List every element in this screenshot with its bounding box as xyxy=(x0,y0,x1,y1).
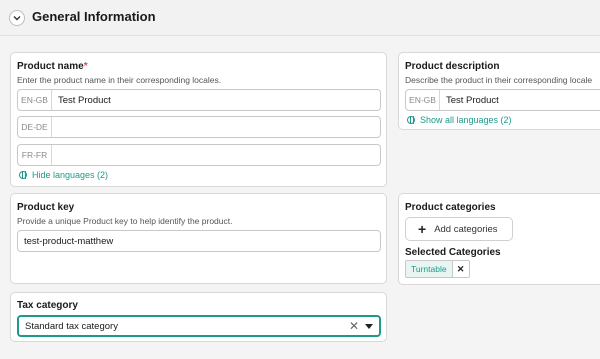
product-name-label: Product name* xyxy=(17,61,88,72)
add-categories-button[interactable]: + Add categories xyxy=(405,217,513,241)
product-name-en-gb-field[interactable]: EN-GB Test Product xyxy=(17,89,381,111)
locale-label: EN-GB xyxy=(18,90,52,110)
product-key-field[interactable]: test-product-matthew xyxy=(17,230,381,252)
tax-category-value: Standard tax category xyxy=(25,320,118,332)
product-key-hint: Provide a unique Product key to help ide… xyxy=(17,216,233,226)
category-chip: Turntable ✕ xyxy=(405,260,470,278)
hide-languages-link[interactable]: Hide languages (2) xyxy=(19,170,108,180)
product-description-panel: Product description Describe the product… xyxy=(398,52,600,130)
product-key-label: Product key xyxy=(17,202,75,213)
add-categories-label: Add categories xyxy=(434,223,498,235)
close-icon[interactable]: ✕ xyxy=(452,261,469,277)
close-icon[interactable]: ✕ xyxy=(349,319,359,333)
show-all-languages-link[interactable]: Show all languages (2) xyxy=(407,115,512,125)
selected-categories-label: Selected Categories xyxy=(405,247,501,258)
product-key-panel: Product key Provide a unique Product key… xyxy=(10,193,387,284)
product-description-hint: Describe the product in their correspond… xyxy=(405,75,593,85)
locale-label: EN-GB xyxy=(406,90,440,110)
hide-languages-label: Hide languages (2) xyxy=(32,170,109,180)
plus-icon: + xyxy=(418,221,427,237)
product-name-en-gb-input[interactable]: Test Product xyxy=(52,90,111,110)
product-name-de-de-field[interactable]: DE-DE xyxy=(17,116,381,138)
product-name-label-text: Product name xyxy=(17,61,84,72)
tax-category-select[interactable]: Standard tax category ✕ xyxy=(17,315,381,337)
tax-category-panel: Tax category Standard tax category ✕ xyxy=(10,292,387,342)
product-categories-label: Product categories xyxy=(405,202,496,213)
product-key-input[interactable]: test-product-matthew xyxy=(18,231,113,251)
locale-label: FR-FR xyxy=(18,145,52,165)
category-chip-label[interactable]: Turntable xyxy=(406,261,453,277)
product-name-de-de-input[interactable] xyxy=(52,117,58,137)
product-description-label: Product description xyxy=(405,61,500,72)
product-name-panel: Product name* Enter the product name in … xyxy=(10,52,387,187)
locale-label: DE-DE xyxy=(18,117,52,137)
product-name-fr-fr-input[interactable] xyxy=(52,145,58,165)
section-title: General Information xyxy=(32,9,156,24)
product-name-hint: Enter the product name in their correspo… xyxy=(17,75,222,85)
required-mark: * xyxy=(83,61,88,72)
show-all-languages-label: Show all languages (2) xyxy=(420,115,512,125)
product-description-en-gb-field[interactable]: EN-GB Test Product xyxy=(405,89,600,111)
product-categories-panel: Product categories + Add categories Sele… xyxy=(398,193,600,285)
caret-down-icon[interactable] xyxy=(365,323,373,329)
product-description-en-gb-input[interactable]: Test Product xyxy=(440,90,499,110)
tax-category-label: Tax category xyxy=(17,300,78,311)
globe-icon xyxy=(19,171,27,179)
product-name-fr-fr-field[interactable]: FR-FR xyxy=(17,144,381,166)
chevron-down-icon[interactable] xyxy=(9,10,25,26)
globe-icon xyxy=(407,116,415,124)
section-header[interactable]: General Information xyxy=(0,0,600,36)
